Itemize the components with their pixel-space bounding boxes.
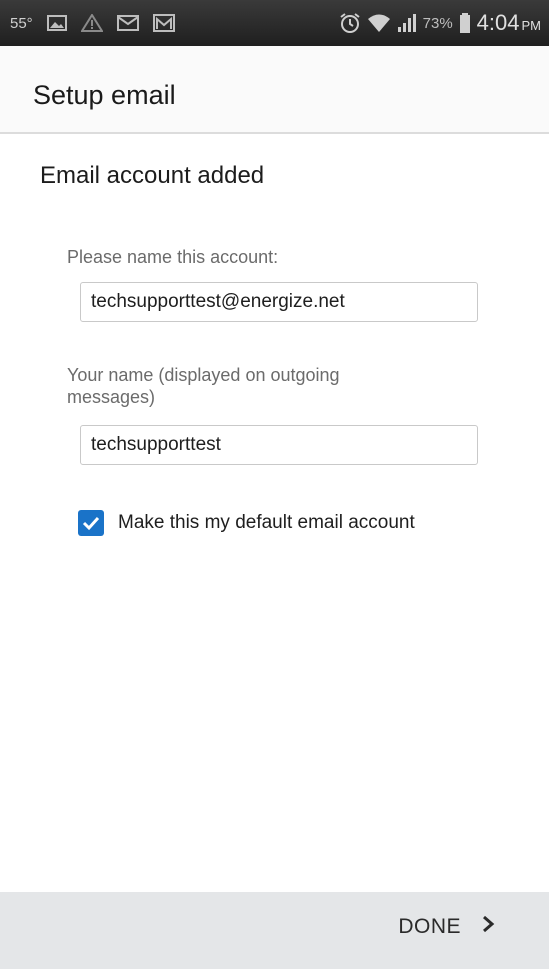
status-bar: 55° 73% 4:04 PM <box>0 0 549 46</box>
your-name-input[interactable]: techsupporttest <box>80 425 478 465</box>
your-name-label: Your name (displayed on outgoing message… <box>67 365 340 407</box>
account-name-label: Please name this account: <box>67 247 279 267</box>
section-title: Email account added <box>40 162 265 189</box>
app-bar: Setup email <box>0 46 549 134</box>
done-button[interactable]: DONE <box>398 914 495 940</box>
battery-icon <box>459 12 471 34</box>
default-account-checkbox-row[interactable]: Make this my default email account <box>78 510 415 536</box>
temperature-readout: 55° <box>10 14 33 32</box>
battery-percentage: 73% <box>422 14 453 32</box>
wifi-icon <box>367 13 391 33</box>
image-icon <box>46 15 67 31</box>
clock: 4:04 PM <box>477 10 541 36</box>
clock-time: 4:04 <box>476 10 520 35</box>
clock-am-pm: PM <box>521 18 542 33</box>
your-name-value: techsupporttest <box>91 434 221 455</box>
done-label: DONE <box>398 915 461 938</box>
signal-icon <box>397 13 417 33</box>
chevron-right-icon <box>481 914 495 940</box>
warning-icon <box>80 14 103 32</box>
account-name-input[interactable]: techsupporttest@energize.net <box>80 282 478 322</box>
default-account-label: Make this my default email account <box>118 512 415 533</box>
email-notification-icon <box>116 14 139 32</box>
checkmark-icon <box>82 516 100 531</box>
bottom-bar: DONE <box>0 892 549 969</box>
page-title: Setup email <box>33 80 176 110</box>
alarm-icon <box>339 12 361 34</box>
account-name-value: techsupporttest@energize.net <box>91 291 345 312</box>
default-account-checkbox[interactable] <box>78 510 104 536</box>
gmail-icon <box>152 14 175 32</box>
